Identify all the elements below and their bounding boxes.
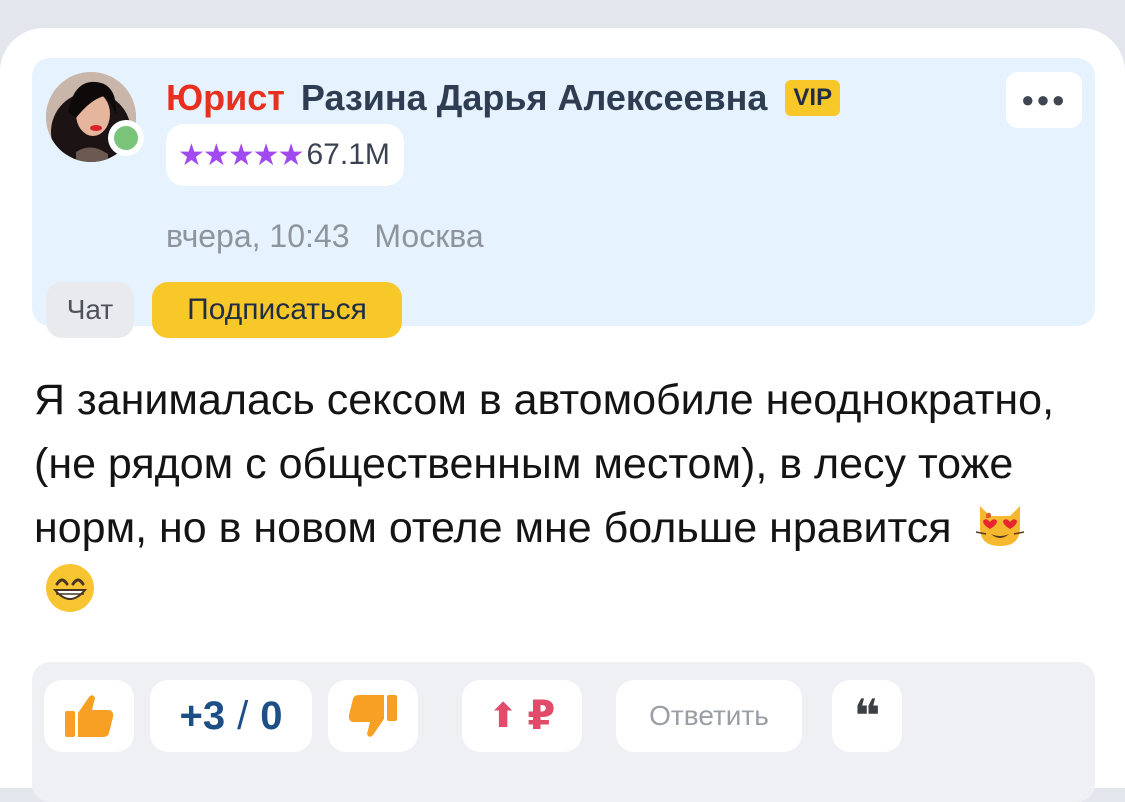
answer-card: Юрист Разина Дарья Алексеевна VIP ●●● ★★… [0,28,1125,802]
score-separator: / [237,693,249,738]
chat-button[interactable]: Чат [46,282,134,338]
answer-text: Я занималась сексом в автомобиле неоднок… [34,368,1094,624]
author-header: Юрист Разина Дарья Алексеевна VIP ●●● ★★… [32,58,1095,338]
dislikes-count: 0 [260,693,283,738]
like-button[interactable] [44,680,134,752]
rating-stars-icon: ★★★★★ [178,138,304,172]
subscribe-button[interactable]: Подписаться [152,282,402,338]
post-time: вчера, 10:43 [166,218,350,254]
author-name[interactable]: Разина Дарья Алексеевна [301,77,768,119]
reply-button[interactable]: Ответить [616,680,802,752]
author-city: Москва [374,218,484,254]
author-name-row: Юрист Разина Дарья Алексеевна VIP [166,76,841,120]
quote-icon: ❝ [853,690,881,742]
author-role: Юрист [166,77,285,118]
answer-actions-bar: +3 / 0 ⬆ ₽ Ответить ❝ [32,662,1095,802]
post-meta: вчера, 10:43 Москва [166,218,484,255]
online-status-indicator [108,120,144,156]
arrow-up-icon: ⬆ [488,697,518,735]
vote-score: +3 / 0 [150,680,312,752]
heart-eyes-cat-emoji [975,506,1024,546]
rating-count: 67.1M [306,138,390,171]
thumbs-up-icon [65,695,114,737]
author-rating: ★★★★★ 67.1M [166,124,404,186]
ruble-icon: ₽ [527,694,556,738]
vip-badge: VIP [785,80,841,116]
dislike-button[interactable] [328,680,418,752]
thumbs-down-icon [348,695,397,737]
quote-button[interactable]: ❝ [832,680,902,752]
answer-body: Я занималась сексом в автомобиле неоднок… [34,376,1055,552]
raise-answer-button[interactable]: ⬆ ₽ [462,680,582,752]
more-options-button[interactable]: ●●● [1006,72,1082,128]
ellipsis-icon: ●●● [1021,87,1067,112]
likes-count: +3 [179,693,226,738]
grinning-face-emoji [46,564,94,612]
